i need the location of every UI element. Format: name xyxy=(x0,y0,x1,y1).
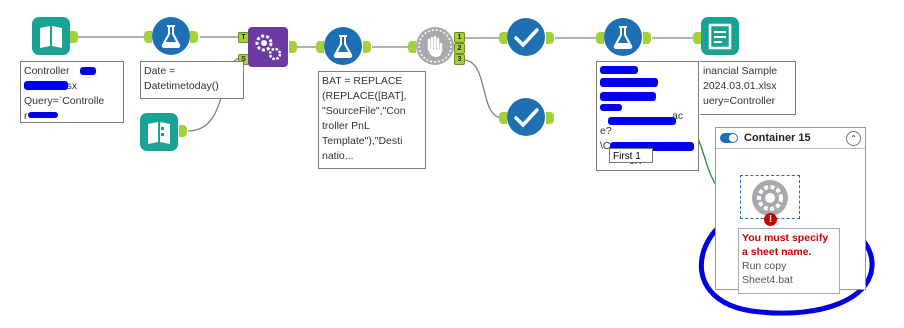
collapse-icon[interactable]: ⌃ xyxy=(846,131,861,146)
append-fields-tool[interactable] xyxy=(248,27,288,67)
output-anchor[interactable] xyxy=(190,31,198,43)
output-anchor[interactable] xyxy=(70,31,78,43)
formula-tool[interactable] xyxy=(152,17,190,55)
anchor-3[interactable]: 3 xyxy=(454,54,465,65)
redaction-scribble xyxy=(28,112,58,118)
output-data-tool[interactable] xyxy=(701,17,739,55)
container-toggle[interactable] xyxy=(720,133,738,143)
redaction-scribble xyxy=(600,104,622,111)
redaction-scribble xyxy=(608,117,676,125)
input-anchor[interactable] xyxy=(499,32,507,44)
output-annotation: inancial Sample 2024.03.01.xlsx uery=Con… xyxy=(700,61,796,115)
run-command-tool-2[interactable] xyxy=(507,98,545,136)
input-anchor[interactable] xyxy=(408,41,416,53)
redaction-scribble xyxy=(600,66,638,74)
checkmark-icon xyxy=(514,108,539,128)
sample-label: First 1 xyxy=(609,148,653,163)
error-badge-icon: ! xyxy=(764,213,777,226)
output-anchor[interactable] xyxy=(289,41,297,53)
wire-filter-to-run2 xyxy=(462,59,504,119)
annotation-line: Controller xyxy=(24,65,73,77)
formula-2-annotation: BAT = REPLACE (REPLACE([BAT], "SourceFil… xyxy=(318,71,426,169)
output-anchor[interactable] xyxy=(643,32,651,44)
annotation-line: "SourceFile","Con xyxy=(322,105,406,117)
flask-icon xyxy=(613,26,633,49)
checkmark-icon xyxy=(514,28,539,48)
run-command-tool[interactable] xyxy=(507,18,545,56)
annotation-line: e? xyxy=(600,125,612,137)
gear-icon xyxy=(757,185,783,211)
output-anchor[interactable] xyxy=(363,41,371,53)
annotation-line: BAT = REPLACE xyxy=(322,75,403,87)
annotation-line: uery=Controller xyxy=(703,95,776,107)
annotation-line: Date = xyxy=(144,65,176,77)
input-data-tool[interactable] xyxy=(32,17,70,55)
annotation-line: inancial Sample xyxy=(703,65,778,77)
anchor-1[interactable]: 1 xyxy=(454,32,465,43)
output-anchor[interactable] xyxy=(546,32,554,44)
annotation-line: Datetimetoday() xyxy=(144,80,219,92)
annotation-line: natio... xyxy=(322,150,354,162)
document-icon xyxy=(708,23,732,50)
input-anchor[interactable] xyxy=(693,32,701,44)
redaction-scribble xyxy=(600,92,656,101)
annotation-line: 2024.03.01.xlsx xyxy=(703,80,777,92)
output-anchor[interactable] xyxy=(179,125,187,137)
annotation-line: Template"),"Desti xyxy=(322,135,403,147)
formula-tool-3[interactable] xyxy=(604,18,642,56)
input-anchor[interactable] xyxy=(596,32,604,44)
hand-icon xyxy=(418,29,452,63)
input-anchor[interactable] xyxy=(499,112,507,124)
block-until-done-tool[interactable] xyxy=(416,27,454,65)
flask-icon xyxy=(333,35,353,58)
redaction-scribble xyxy=(24,81,68,90)
flask-icon xyxy=(161,25,181,48)
annotation-line: Sheet4.bat xyxy=(742,274,793,286)
formula-annotation: Date = Datetimetoday() xyxy=(140,61,244,99)
container-title: Container 15 xyxy=(744,132,811,144)
annotation-line: Run copy xyxy=(742,260,787,272)
error-message-line-1: You must specify xyxy=(742,232,829,244)
anchor-2[interactable]: 2 xyxy=(454,43,465,54)
input-anchor[interactable] xyxy=(144,31,152,43)
error-message-line-2: a sheet name. xyxy=(742,246,812,258)
formula-tool-2[interactable] xyxy=(324,27,362,65)
redaction-scribble xyxy=(600,78,658,87)
book-icon xyxy=(148,122,170,144)
output-anchor[interactable] xyxy=(546,112,554,124)
annotation-line: Query=`Controlle xyxy=(24,95,105,107)
gears-icon xyxy=(255,34,282,61)
input-anchor[interactable] xyxy=(316,41,324,53)
annotation-line: (REPLACE([BAT], xyxy=(322,90,407,102)
redaction-scribble xyxy=(80,67,96,75)
container-header[interactable]: Container 15 xyxy=(716,128,865,149)
input-data-tool-2[interactable] xyxy=(140,113,178,151)
error-annotation: You must specify a sheet name. Run copy … xyxy=(738,228,840,294)
book-icon xyxy=(40,26,62,48)
output-tool-errored[interactable] xyxy=(752,180,788,216)
annotation-line: troller PnL xyxy=(322,120,370,132)
